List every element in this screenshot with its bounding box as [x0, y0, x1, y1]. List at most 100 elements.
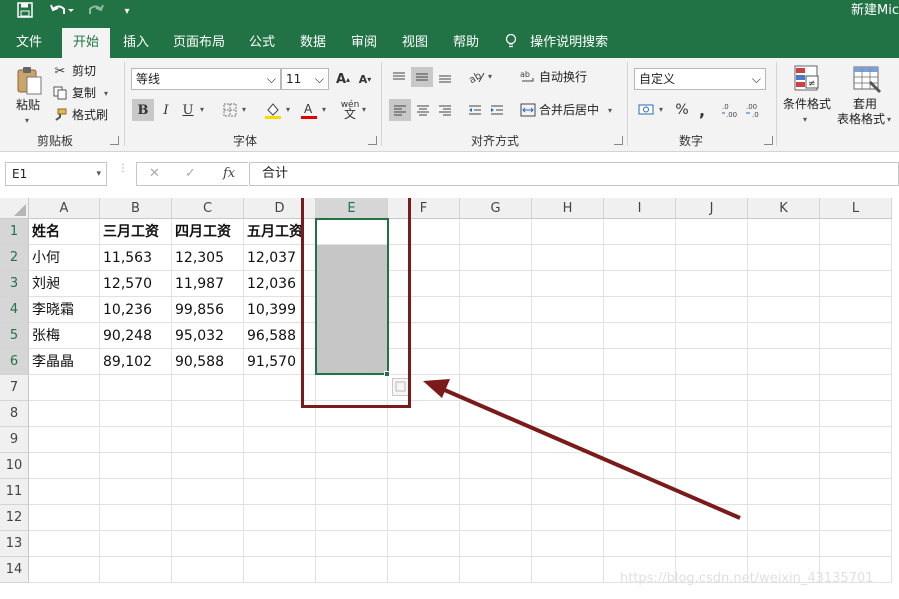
window-title: 新建Mic	[851, 3, 899, 18]
format-painter-icon	[52, 107, 68, 123]
decrease-indent-icon[interactable]	[465, 99, 485, 121]
lightbulb-icon	[504, 33, 522, 50]
alignment-dialog-launcher[interactable]	[614, 136, 623, 145]
resize-handle-icon[interactable]: ⋮	[118, 164, 128, 182]
underline-button[interactable]: U	[178, 99, 198, 121]
italic-button[interactable]: I	[156, 99, 176, 121]
conditional-format-icon: ≠	[790, 63, 824, 95]
cancel-icon[interactable]: ✕	[149, 163, 160, 185]
comma-style-button[interactable]: ,	[694, 99, 710, 121]
merge-center-button[interactable]: 合并后居中	[539, 101, 599, 119]
shrink-font-label: A	[358, 72, 368, 86]
svg-text:.0: .0	[752, 111, 759, 118]
format-as-table-button-line2[interactable]: 表格格式	[837, 110, 885, 128]
align-bottom-icon[interactable]	[435, 67, 455, 87]
clipboard-dialog-launcher[interactable]	[110, 136, 119, 145]
chevron-down-icon: ⌵	[751, 72, 761, 86]
title-bar: ▾ 新建Mic	[0, 0, 899, 24]
borders-icon[interactable]	[220, 99, 240, 121]
tab-file[interactable]: 文件	[6, 28, 52, 58]
tab-formulas[interactable]: 公式	[240, 28, 284, 58]
decrease-decimal-icon[interactable]: .00.0	[744, 99, 766, 121]
align-right-icon[interactable]	[435, 99, 455, 121]
accounting-dropdown-icon[interactable]: ▾	[659, 101, 663, 119]
font-dialog-launcher[interactable]	[368, 136, 377, 145]
font-size-value: 11	[286, 72, 302, 86]
svg-text:≠: ≠	[808, 79, 816, 89]
orientation-dropdown-icon[interactable]: ▾	[488, 68, 492, 86]
cut-button[interactable]: 剪切	[72, 62, 96, 80]
scissors-icon: ✂	[54, 63, 66, 79]
tab-page-layout[interactable]: 页面布局	[166, 28, 232, 58]
increase-indent-icon[interactable]	[487, 99, 507, 121]
ribbon-separator	[124, 62, 125, 146]
formula-bar: E1 ▾ ⋮ ✕ ✓ fx 合计	[0, 152, 899, 198]
align-top-icon[interactable]	[389, 67, 409, 87]
save-icon[interactable]	[14, 2, 36, 22]
align-center-icon[interactable]	[413, 99, 433, 121]
paste-icon[interactable]	[12, 64, 48, 98]
undo-icon[interactable]	[48, 2, 76, 22]
tab-view[interactable]: 视图	[393, 28, 437, 58]
number-dialog-launcher[interactable]	[764, 136, 773, 145]
phonetic-dropdown-icon[interactable]: ▾	[362, 101, 366, 119]
fill-color-icon[interactable]	[262, 99, 284, 121]
formula-input[interactable]: 合计	[249, 162, 899, 186]
bold-button[interactable]: B	[132, 99, 154, 121]
accounting-format-icon[interactable]	[636, 99, 658, 121]
underline-dropdown-icon[interactable]: ▾	[200, 101, 204, 119]
customize-qat-icon[interactable]: ▾	[118, 2, 136, 22]
borders-dropdown-icon[interactable]: ▾	[242, 101, 246, 119]
tab-review[interactable]: 审阅	[342, 28, 386, 58]
font-name-select[interactable]: 等线 ⌵	[131, 68, 281, 90]
tab-home[interactable]: 开始	[62, 28, 110, 58]
font-size-select[interactable]: 11 ⌵	[281, 68, 329, 90]
font-color-icon[interactable]: A	[298, 99, 320, 121]
fill-color-dropdown-icon[interactable]: ▾	[286, 101, 290, 119]
orientation-icon[interactable]: ab	[466, 67, 488, 87]
italic-label: I	[163, 102, 169, 118]
copy-button[interactable]: 复制	[72, 84, 96, 102]
wrap-text-button[interactable]: 自动换行	[539, 68, 587, 86]
svg-text:A: A	[304, 102, 313, 116]
tell-me-label: 操作说明搜索	[530, 35, 609, 50]
chevron-down-icon: ▾	[96, 169, 101, 179]
number-group-label: 数字	[678, 134, 703, 148]
ribbon-separator	[627, 62, 628, 146]
tab-data[interactable]: 数据	[291, 28, 335, 58]
align-left-icon[interactable]	[389, 99, 411, 121]
bold-label: B	[137, 102, 149, 118]
shrink-font-button[interactable]: A ▾	[356, 69, 374, 89]
name-box[interactable]: E1 ▾	[5, 162, 107, 186]
tab-help[interactable]: 帮助	[444, 28, 488, 58]
redo-icon[interactable]	[84, 2, 112, 22]
copy-dropdown-icon[interactable]: ▾	[104, 85, 108, 103]
tab-insert[interactable]: 插入	[114, 28, 158, 58]
merge-center-icon	[518, 99, 538, 121]
number-format-value: 自定义	[639, 72, 676, 86]
enter-icon[interactable]: ✓	[185, 163, 196, 185]
worksheet-grid[interactable]: ABCDEFGHIJKL 1 2 3 4 5 6 7 8 9 10 11 12 13 14 姓名 三月工资四…	[0, 198, 899, 599]
number-format-select[interactable]: 自定义 ⌵	[634, 68, 766, 90]
percent-button[interactable]: %	[672, 99, 692, 121]
phonetic-guide-icon[interactable]: wén 文	[338, 97, 362, 123]
clipboard-group-label: 剪贴板	[36, 134, 73, 148]
svg-text:.00: .00	[746, 103, 757, 111]
conditional-format-dropdown-icon[interactable]: ▾	[803, 111, 807, 129]
tell-me-search[interactable]: 操作说明搜索	[504, 28, 608, 58]
font-color-dropdown-icon[interactable]: ▾	[322, 101, 326, 119]
merge-dropdown-icon[interactable]: ▾	[608, 102, 612, 120]
insert-function-icon[interactable]: fx	[223, 163, 235, 185]
font-group-label: 字体	[232, 134, 257, 148]
grow-font-button[interactable]: A ▴	[334, 69, 352, 89]
increase-decimal-icon[interactable]: .0.00	[720, 99, 742, 121]
align-middle-icon[interactable]	[411, 67, 433, 87]
chevron-down-icon: ⌵	[266, 72, 276, 86]
format-as-table-dropdown-icon[interactable]: ▾	[887, 111, 891, 129]
name-box-value: E1	[12, 167, 28, 181]
font-name-value: 等线	[136, 72, 161, 86]
format-painter-button[interactable]: 格式刷	[72, 106, 108, 124]
wrap-text-icon: ab	[518, 67, 538, 87]
paste-dropdown-icon[interactable]: ▾	[25, 112, 29, 130]
chevron-down-icon: ⌵	[314, 72, 324, 86]
